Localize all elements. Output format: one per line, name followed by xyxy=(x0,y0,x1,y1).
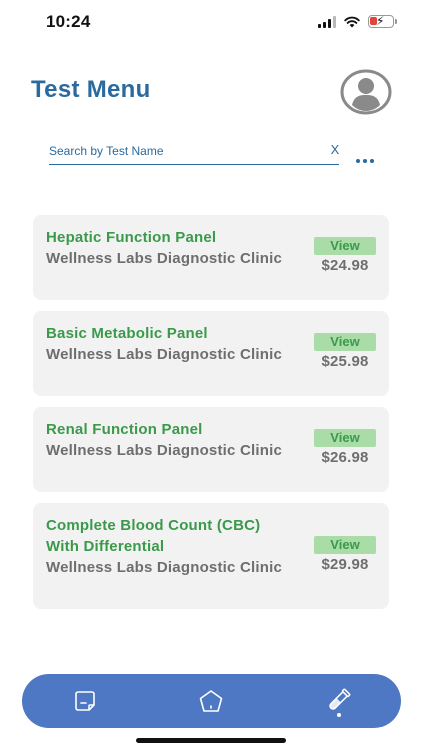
test-name: Renal Function Panel xyxy=(46,421,203,438)
status-bar: 10:24 ⚡ xyxy=(0,0,422,46)
clinic-name: Wellness Labs Diagnostic Clinic xyxy=(46,250,282,267)
test-name: Complete Blood Count (CBC) With Differen… xyxy=(46,517,261,555)
nav-item-messages[interactable] xyxy=(55,674,115,728)
test-list: Hepatic Function Panel Wellness Labs Dia… xyxy=(33,215,389,620)
clinic-name: Wellness Labs Diagnostic Clinic xyxy=(46,442,282,459)
cellular-signal-icon xyxy=(318,15,336,28)
clinic-name: Wellness Labs Diagnostic Clinic xyxy=(46,346,282,363)
status-time: 10:24 xyxy=(46,12,91,31)
test-card[interactable]: Renal Function Panel Wellness Labs Diagn… xyxy=(33,407,389,492)
test-card[interactable]: Basic Metabolic Panel Wellness Labs Diag… xyxy=(33,311,389,396)
bottom-nav xyxy=(22,674,401,728)
user-avatar-icon[interactable] xyxy=(340,69,392,115)
view-button[interactable]: View xyxy=(314,536,376,554)
chat-document-icon xyxy=(75,691,95,711)
nav-item-home[interactable] xyxy=(181,674,241,728)
home-pentagon-icon xyxy=(199,690,223,712)
search-input[interactable] xyxy=(49,141,339,165)
test-card[interactable]: Hepatic Function Panel Wellness Labs Dia… xyxy=(33,215,389,300)
view-button[interactable]: View xyxy=(314,237,376,255)
view-button[interactable]: View xyxy=(314,333,376,351)
test-price: $26.98 xyxy=(321,449,369,466)
status-icons: ⚡ xyxy=(318,14,397,28)
test-tube-icon xyxy=(329,688,351,710)
test-price: $29.98 xyxy=(321,556,369,573)
view-button[interactable]: View xyxy=(314,429,376,447)
test-name: Basic Metabolic Panel xyxy=(46,325,208,342)
page-title: Test Menu xyxy=(31,76,151,103)
active-nav-indicator xyxy=(337,713,341,717)
test-card[interactable]: Complete Blood Count (CBC) With Differen… xyxy=(33,503,389,609)
wifi-icon xyxy=(344,16,360,27)
more-dots-icon[interactable] xyxy=(352,152,378,170)
clear-search-button[interactable]: X xyxy=(328,142,342,158)
nav-item-tests[interactable] xyxy=(308,674,368,728)
home-indicator[interactable] xyxy=(136,738,286,743)
test-price: $24.98 xyxy=(321,257,369,274)
test-name: Hepatic Function Panel xyxy=(46,229,217,246)
clinic-name: Wellness Labs Diagnostic Clinic xyxy=(46,559,282,576)
test-price: $25.98 xyxy=(321,353,369,370)
battery-icon: ⚡ xyxy=(368,14,397,28)
